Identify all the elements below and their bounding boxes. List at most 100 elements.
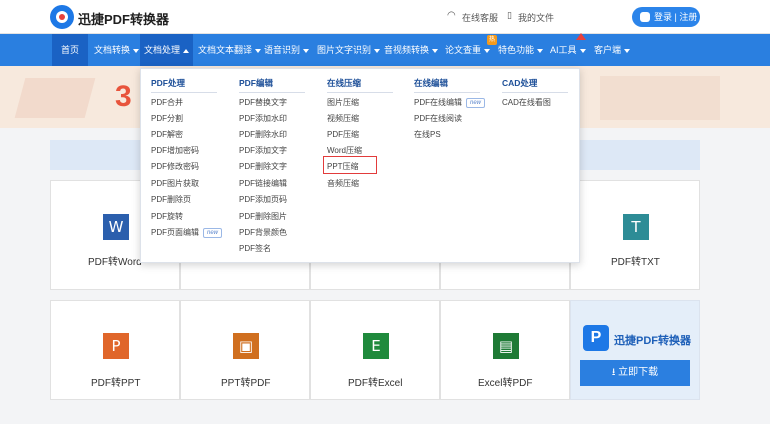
menu-item-pdf-remove-watermark[interactable]: PDF删除水印 xyxy=(239,129,287,140)
banner-number: 3 xyxy=(115,80,132,113)
caret-down-icon xyxy=(432,48,439,53)
menu-item-pdf-delete-images[interactable]: PDF删除图片 xyxy=(239,211,287,222)
card-label: PDF转PPT xyxy=(91,378,141,389)
nav-label: 文档转换 xyxy=(94,45,131,55)
menu-item-label: PDF页面编辑 xyxy=(151,228,199,237)
menu-item-label: PDF在线编辑 xyxy=(414,98,462,107)
brand-logo-icon[interactable] xyxy=(50,5,74,29)
nav-label: 文档文本翻译 xyxy=(198,45,253,55)
menu-item-pdf-add-text[interactable]: PDF添加文字 xyxy=(239,145,287,156)
menu-column-title: 在线编辑 xyxy=(414,77,480,93)
file-icon[interactable]: ▯ xyxy=(507,10,512,21)
download-label: 立即下载 xyxy=(618,367,659,378)
menu-item-audio-compress[interactable]: 音频压缩 xyxy=(327,178,359,189)
menu-item-pdf-decrypt[interactable]: PDF解密 xyxy=(151,129,183,140)
card-label: Excel转PDF xyxy=(478,378,533,389)
login-register-button[interactable]: 登录 | 注册 xyxy=(632,7,700,27)
nav-label: 首页 xyxy=(60,45,79,55)
menu-item-image-compress[interactable]: 图片压缩 xyxy=(327,97,359,108)
caret-up-icon xyxy=(183,48,190,53)
txt-icon: T xyxy=(623,214,649,240)
menu-item-pdf-link-edit[interactable]: PDF链接编辑 xyxy=(239,178,287,189)
menu-item-pdf-online-edit[interactable]: PDF在线编辑 new xyxy=(414,97,486,108)
nav-av-convert[interactable]: 音视频转换 xyxy=(380,34,442,66)
ppt-pdf-icon: ▣ xyxy=(233,333,259,359)
nav-client[interactable]: 客户端 xyxy=(590,34,634,66)
login-label: 登录 | 注册 xyxy=(654,12,698,22)
card-pdf-to-excel[interactable]: E PDF转Excel xyxy=(310,300,440,400)
customer-service-link[interactable]: 在线客服 xyxy=(462,11,498,24)
nav-label: AI工具 xyxy=(550,45,577,55)
menu-item-pdf-online-read[interactable]: PDF在线阅读 xyxy=(414,113,462,124)
card-ppt-to-pdf[interactable]: ▣ PPT转PDF xyxy=(180,300,310,400)
caret-down-icon xyxy=(537,48,544,53)
nav-label: 音视频转换 xyxy=(384,45,430,55)
nav-home[interactable]: 首页 xyxy=(52,34,88,66)
nav-label: 图片文字识别 xyxy=(317,45,372,55)
nav-features[interactable]: 特色功能 xyxy=(494,34,547,66)
new-marker-icon xyxy=(576,33,586,40)
card-label: PPT转PDF xyxy=(221,378,271,389)
menu-item-pdf-signature[interactable]: PDF签名 xyxy=(239,243,271,254)
menu-item-pdf-replace-text[interactable]: PDF替换文字 xyxy=(239,97,287,108)
menu-item-pdf-merge[interactable]: PDF合并 xyxy=(151,97,183,108)
new-tag: new xyxy=(466,97,486,108)
nav-doc-convert[interactable]: 文档转换 xyxy=(90,34,143,66)
menu-item-pdf-add-page-numbers[interactable]: PDF添加页码 xyxy=(239,194,287,205)
menu-item-online-ps[interactable]: 在线PS xyxy=(414,129,441,140)
excel-icon: E xyxy=(363,333,389,359)
card-label: PDF转Excel xyxy=(348,378,403,389)
menu-item-pdf-add-password[interactable]: PDF增加密码 xyxy=(151,145,199,156)
menu-item-pdf-add-watermark[interactable]: PDF添加水印 xyxy=(239,113,287,124)
nav-label: 论文查重 xyxy=(445,45,482,55)
nav-thesis-check[interactable]: 论文查重热 xyxy=(441,34,498,66)
menu-item-pdf-delete-pages[interactable]: PDF删除页 xyxy=(151,194,191,205)
menu-column-title: CAD处理 xyxy=(502,77,568,93)
card-pdf-to-ppt[interactable]: P PDF转PPT xyxy=(50,300,180,400)
menu-column-title: 在线压缩 xyxy=(327,77,393,93)
menu-item-pdf-split[interactable]: PDF分割 xyxy=(151,113,183,124)
menu-item-cad-online-view[interactable]: CAD在线看图 xyxy=(502,97,551,108)
caret-down-icon xyxy=(133,48,140,53)
menu-item-pdf-page-edit[interactable]: PDF页面编辑 new xyxy=(151,227,223,238)
menu-item-pdf-rotate[interactable]: PDF旋转 xyxy=(151,211,183,222)
menu-item-word-compress[interactable]: Word压缩 xyxy=(327,145,362,156)
banner-decoration xyxy=(14,78,96,118)
caret-down-icon xyxy=(303,48,310,53)
user-icon xyxy=(640,12,650,22)
caret-down-icon xyxy=(624,48,631,53)
menu-item-video-compress[interactable]: 视频压缩 xyxy=(327,113,359,124)
nav-label: 语音识别 xyxy=(264,45,301,55)
nav-image-ocr[interactable]: 图片文字识别 xyxy=(313,34,384,66)
main-nav: 首页 文档转换 文档处理 文档文本翻译 语音识别 图片文字识别 音视频转换 论文… xyxy=(0,33,770,66)
nav-ai-tools[interactable]: AI工具 xyxy=(546,33,590,66)
menu-column-title: PDF处理 xyxy=(151,77,217,93)
menu-item-pdf-background-color[interactable]: PDF背景颜色 xyxy=(239,227,287,238)
card-pdf-to-txt[interactable]: T PDF转TXT xyxy=(570,180,700,290)
highlight-box xyxy=(323,156,377,174)
headset-icon[interactable]: ◠ xyxy=(447,10,456,21)
my-files-link[interactable]: 我的文件 xyxy=(518,11,554,24)
nav-doc-translate[interactable]: 文档文本翻译 xyxy=(194,34,265,66)
caret-down-icon xyxy=(484,48,491,53)
new-tag: new xyxy=(203,227,223,238)
card-label: PDF转TXT xyxy=(611,257,660,268)
promo-app-name: 迅捷PDF转换器 xyxy=(614,335,691,347)
nav-label: 文档处理 xyxy=(144,45,181,55)
nav-label: 特色功能 xyxy=(498,45,535,55)
nav-label: 客户端 xyxy=(594,45,622,55)
nav-speech-recognition[interactable]: 语音识别 xyxy=(260,34,313,66)
word-icon: W xyxy=(103,214,129,240)
menu-column-title: PDF编辑 xyxy=(239,77,305,93)
brand-name[interactable]: 迅捷PDF转换器 xyxy=(78,9,169,28)
card-excel-to-pdf[interactable]: ▤ Excel转PDF xyxy=(440,300,570,400)
menu-item-pdf-change-password[interactable]: PDF修改密码 xyxy=(151,161,199,172)
download-now-button[interactable]: ⭳ 立即下载 xyxy=(580,360,690,386)
nav-doc-process[interactable]: 文档处理 xyxy=(140,34,194,66)
menu-item-pdf-extract-images[interactable]: PDF图片获取 xyxy=(151,178,199,189)
caret-down-icon xyxy=(579,48,586,53)
menu-item-pdf-delete-text[interactable]: PDF删除文字 xyxy=(239,161,287,172)
menu-item-pdf-compress[interactable]: PDF压缩 xyxy=(327,129,359,140)
ppt-icon: P xyxy=(103,333,129,359)
excel-pdf-icon: ▤ xyxy=(493,333,519,359)
